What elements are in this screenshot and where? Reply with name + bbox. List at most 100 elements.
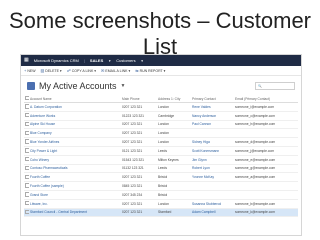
table-cell[interactable]: someone_e@example.com — [234, 155, 298, 165]
table-cell: 01132 123 321 — [121, 164, 157, 174]
table-cell[interactable]: Litware, Inc. — [29, 199, 121, 209]
table-cell[interactable]: Fourth Coffee (sample) — [29, 181, 121, 191]
table-cell[interactable]: Blue Yonder Airlines — [29, 137, 121, 147]
table-cell[interactable]: Sidney Higa — [191, 137, 234, 147]
table-cell: 01223 123 321 — [121, 111, 157, 121]
table-cell: London — [157, 102, 191, 112]
table-cell[interactable] — [191, 128, 234, 139]
table-cell: Leeds — [157, 164, 191, 174]
table-cell[interactable]: Adventure Works — [29, 111, 121, 121]
table-row[interactable]: Stamford Council - Central Department 020… — [24, 208, 298, 218]
table-row[interactable]: Blue Company 0207 123 321 London — [24, 128, 298, 139]
delete-button[interactable]: ▧ DELETE ▾ — [41, 68, 62, 73]
table-row[interactable]: Fourth Coffee 0207 123 321 Bristol Yvonne M… — [24, 172, 298, 183]
table-cell[interactable]: Fourth Coffee — [29, 172, 121, 183]
email-link-button[interactable]: ✉ EMAIL A LINK ▾ — [101, 68, 130, 73]
table-cell[interactable]: Robert Lyon — [191, 164, 234, 174]
table-cell[interactable]: A. Datum Corporation — [29, 102, 121, 112]
table-cell[interactable]: Susanna Stubberod — [191, 199, 234, 209]
table-cell: Bristol — [157, 190, 191, 200]
copy-link-icon: ☍ — [66, 68, 71, 73]
table-cell: 0207 345 234 — [121, 190, 157, 200]
delete-button-label: DELETE — [45, 68, 59, 73]
table-cell[interactable]: Nancy Anderson — [191, 111, 234, 121]
table-cell[interactable]: Jim Glynn — [191, 155, 234, 165]
table-cell[interactable]: someone_g@example.com — [234, 164, 298, 174]
nav-area-sales[interactable]: SALES — [90, 58, 103, 63]
app-name: Microsoft Dynamics CRM — [33, 58, 79, 63]
chevron-down-icon[interactable]: ▾ — [128, 69, 130, 73]
nav-section-customers[interactable]: Customers — [116, 58, 135, 63]
table-row[interactable]: Contoso Pharmaceuticals 01132 123 321 Leed… — [24, 164, 298, 174]
table-cell[interactable]: someone_i@example.com — [234, 102, 298, 112]
table-row[interactable]: Fourth Coffee (sample) 0845 123 321 Bristo… — [24, 181, 298, 191]
table-cell[interactable]: Coho Winery — [29, 155, 121, 165]
table-cell[interactable] — [234, 190, 298, 200]
table-cell[interactable]: Grand Store — [29, 190, 121, 200]
column-header[interactable]: Email (Primary Contact) — [234, 95, 298, 103]
table-cell[interactable]: Alpine Ski House — [29, 120, 121, 130]
table-row[interactable]: A. Datum Corporation 0207 123 321 London Re… — [24, 102, 298, 112]
table-cell[interactable]: City Power & Light — [29, 146, 121, 156]
table-row[interactable]: Adventure Works 01223 123 321 Cambridge Nan… — [24, 111, 298, 121]
table-cell: Leeds — [157, 146, 191, 156]
app-grid-icon[interactable]: ▦ — [24, 58, 29, 63]
command-bar: + NEW ▧ DELETE ▾ ☍ COPY A LINK ▾ ✉ EMAIL… — [21, 66, 301, 76]
chevron-down-icon[interactable]: ▾ — [164, 69, 166, 73]
copy-link-button[interactable]: ☍ COPY A LINK ▾ — [67, 68, 96, 73]
table-cell[interactable]: Contoso Pharmaceuticals — [29, 164, 121, 174]
table-cell[interactable] — [191, 181, 234, 191]
table-cell[interactable]: Rene Valdes — [191, 102, 234, 112]
column-header[interactable]: Main Phone — [121, 95, 157, 103]
table-row[interactable]: City Power & Light 0121 123 321 Leeds Scott… — [24, 146, 298, 156]
chevron-down-icon[interactable]: ▾ — [94, 69, 96, 73]
table-cell: 0207 123 321 — [121, 137, 157, 147]
table-cell: London — [157, 199, 191, 209]
table-cell: Milton Keynes — [157, 155, 191, 165]
trash-icon: ▧ — [40, 68, 45, 73]
new-button[interactable]: + NEW — [24, 68, 36, 73]
table-cell: London — [157, 120, 191, 130]
table-cell[interactable]: someone_b@example.com — [234, 199, 298, 209]
crm-window: ▦ Microsoft Dynamics CRM | SALES ▼ Custo… — [20, 54, 302, 236]
column-header[interactable]: Account Name — [29, 95, 121, 103]
table-row[interactable]: Coho Winery 01543 123 321 Milton Keynes Jim… — [24, 155, 298, 165]
table-cell[interactable]: someone_j@example.com — [234, 146, 298, 156]
table-cell: Stamford — [157, 208, 191, 218]
column-header[interactable]: Primary Contact — [191, 95, 234, 103]
nav-separator: | — [83, 58, 85, 63]
table-cell[interactable]: Yvonne McKay — [191, 172, 234, 183]
table-cell[interactable] — [234, 181, 298, 191]
table-cell: Cambridge — [157, 111, 191, 121]
mail-icon: ✉ — [101, 68, 105, 73]
table-row[interactable]: Blue Yonder Airlines 0207 123 321 London Si… — [24, 137, 298, 147]
chevron-down-icon[interactable]: ▼ — [141, 59, 144, 63]
table-cell[interactable]: Scott Konersmann — [191, 146, 234, 156]
table-cell: Bristol — [157, 172, 191, 183]
table-cell[interactable] — [234, 128, 298, 139]
table-cell[interactable]: someone_h@example.com — [234, 120, 298, 130]
table-cell[interactable]: Paul Cannon — [191, 120, 234, 130]
chevron-down-icon[interactable]: ▼ — [108, 59, 111, 63]
run-report-button[interactable]: ⇆ RUN REPORT ▾ — [135, 68, 165, 73]
table-row[interactable]: Grand Store 0207 345 234 Bristol — [24, 190, 298, 200]
table-cell[interactable] — [191, 190, 234, 200]
search-input[interactable]: 🔍 — [255, 81, 295, 90]
chevron-down-icon[interactable]: ▾ — [60, 69, 62, 73]
copy-link-label: COPY A LINK — [71, 68, 94, 73]
table-cell[interactable]: someone_d@example.com — [234, 137, 298, 147]
column-header[interactable]: Address 1: City — [157, 95, 191, 103]
table-cell[interactable]: someone_c@example.com — [234, 111, 298, 121]
table-cell[interactable]: Blue Company — [29, 128, 121, 139]
table-cell[interactable]: Adam Campbell — [191, 208, 234, 218]
chevron-down-icon[interactable]: ▼ — [121, 83, 126, 89]
view-selector[interactable]: My Active Accounts — [39, 81, 117, 91]
table-row[interactable]: Alpine Ski House 0207 123 321 London Paul C… — [24, 120, 298, 130]
table-cell: 0207 123 321 — [121, 120, 157, 130]
top-navigation-bar: ▦ Microsoft Dynamics CRM | SALES ▼ Custo… — [21, 55, 301, 66]
table-cell[interactable]: someone_a@example.com — [234, 172, 298, 183]
table-cell: 0121 123 321 — [121, 146, 157, 156]
table-cell[interactable]: someone_k@example.com — [234, 208, 298, 218]
table-row[interactable]: Litware, Inc. 0207 123 321 London Susanna S… — [24, 199, 298, 209]
table-cell[interactable]: Stamford Council - Central Department — [29, 208, 121, 218]
